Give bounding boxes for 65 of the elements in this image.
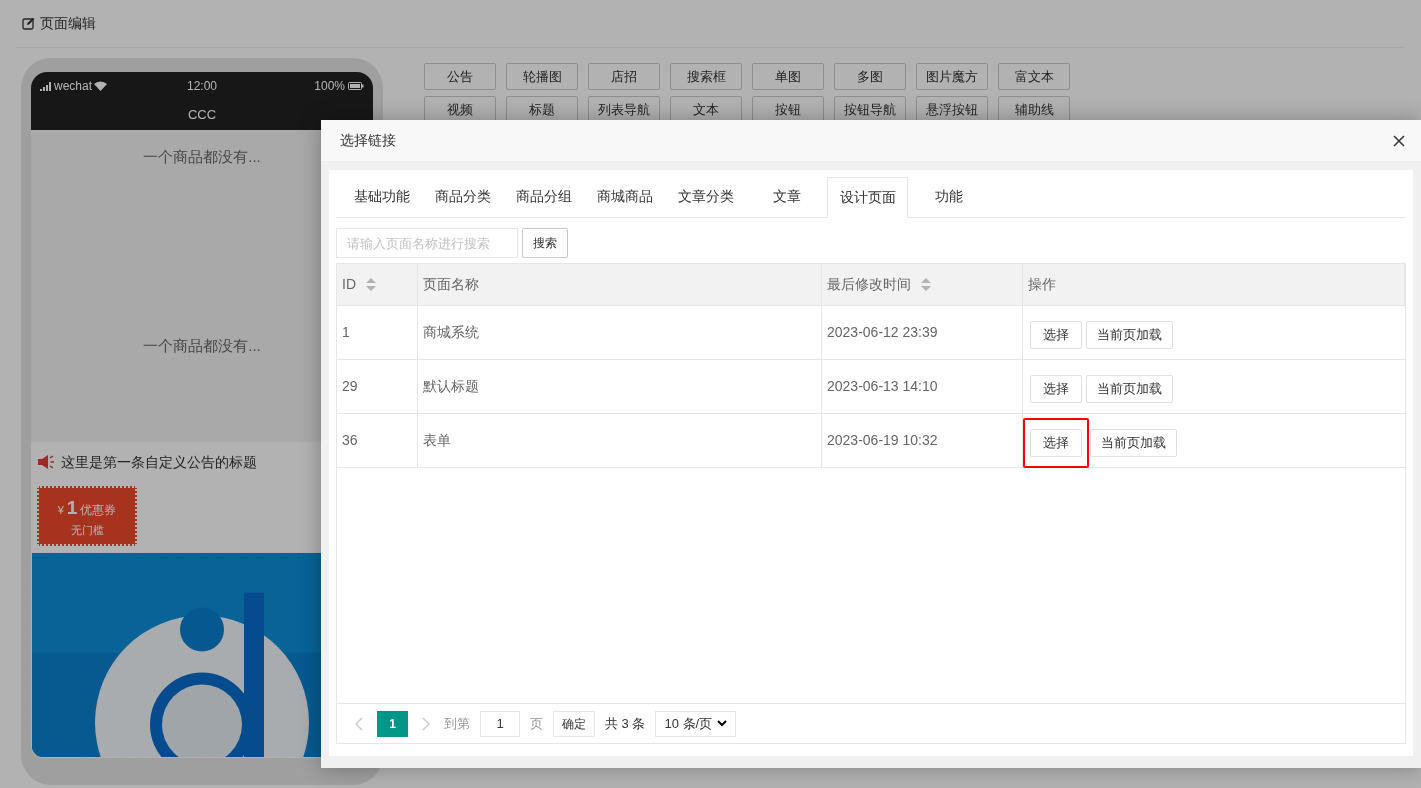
table-cell-text: 表单: [423, 431, 451, 450]
tab[interactable]: 商品分类: [422, 176, 503, 217]
table-cell-text: 2023-06-13 14:10: [827, 377, 938, 396]
tab[interactable]: 基础功能: [341, 176, 422, 217]
total-count: 共 3 条: [605, 714, 646, 733]
confirm-button[interactable]: 确定: [553, 710, 595, 737]
column-header: 操作: [1028, 275, 1056, 294]
page-title: 页面编辑: [40, 14, 96, 33]
page-button[interactable]: 1: [377, 710, 408, 737]
phone-title: CCC: [187, 106, 217, 125]
component-button[interactable]: 多图: [834, 63, 906, 90]
tab[interactable]: 功能: [908, 176, 989, 217]
goto-label: 到第: [444, 714, 470, 733]
close-button[interactable]: [1393, 134, 1405, 147]
table-cell-text: 2023-06-19 10:32: [827, 431, 938, 450]
battery-text: 100%: [314, 78, 345, 95]
sort-icon[interactable]: [366, 278, 376, 291]
select-button[interactable]: 选择: [1030, 374, 1082, 403]
component-button[interactable]: 富文本: [998, 63, 1070, 90]
megaphone-icon: [37, 454, 55, 470]
battery-icon: [348, 82, 364, 90]
column-header: ID: [342, 275, 356, 294]
component-button[interactable]: 单图: [752, 63, 824, 90]
tab[interactable]: 文章分类: [665, 176, 746, 217]
clock-text: 12:00: [187, 78, 217, 95]
coupon-condition: 无门槛: [70, 523, 104, 538]
table-cell-text: 2023-06-12 23:39: [827, 323, 938, 342]
page-size-select[interactable]: 10 条/页: [655, 710, 737, 737]
tab[interactable]: 设计页面: [827, 177, 908, 218]
table-cell-text: 36: [342, 431, 358, 450]
notice-text: 这里是第一条自定义公告的标题: [61, 452, 257, 472]
coupon-amount: 1: [66, 495, 78, 520]
chevron-icon: [717, 720, 728, 727]
table-cell-text: 默认标题: [423, 377, 479, 396]
component-button[interactable]: 轮播图: [506, 63, 578, 90]
wifi-icon: [94, 81, 108, 91]
component-button[interactable]: 图片魔方: [916, 63, 988, 90]
empty-message: 一个商品都没有...: [143, 148, 261, 166]
table-cell-text: 商城系统: [423, 323, 479, 342]
coupon-label: 优惠券: [80, 501, 117, 519]
dialog-title: 选择链接: [340, 131, 396, 150]
column-header: 页面名称: [423, 275, 479, 294]
carrier-text: wechat: [54, 78, 93, 95]
tab[interactable]: 文章: [746, 176, 827, 217]
select-button[interactable]: 选择: [1030, 428, 1082, 457]
tab[interactable]: 商品分组: [503, 176, 584, 217]
component-button[interactable]: 搜索框: [670, 63, 742, 90]
select-button[interactable]: 选择: [1030, 320, 1082, 349]
search-button[interactable]: 搜索: [522, 228, 568, 258]
signal-icon: [40, 81, 52, 91]
load-button[interactable]: 当前页加载: [1090, 428, 1177, 457]
table-cell-text: 1: [342, 323, 350, 342]
edit-icon: [22, 17, 35, 30]
sort-icon[interactable]: [921, 278, 931, 291]
table-cell-text: 29: [342, 377, 358, 396]
load-button[interactable]: 当前页加载: [1086, 374, 1173, 403]
component-button[interactable]: 公告: [424, 63, 496, 90]
load-button[interactable]: 当前页加载: [1086, 320, 1173, 349]
component-button[interactable]: 店招: [588, 63, 660, 90]
column-header: 最后修改时间: [827, 275, 911, 294]
tab[interactable]: 商城商品: [584, 176, 665, 217]
currency-text: ¥: [57, 502, 64, 518]
empty-message: 一个商品都没有...: [143, 337, 261, 355]
page-input[interactable]: 1: [480, 710, 520, 737]
page-label: 页: [530, 714, 543, 733]
